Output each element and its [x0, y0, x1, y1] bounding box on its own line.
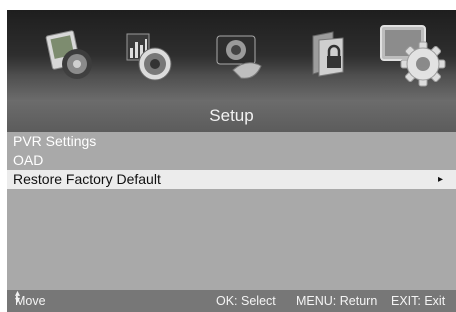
move-hint-label: Move [15, 294, 46, 308]
tv-osd-menu: Setup PVR Settings OAD Restore Factory D… [7, 10, 456, 312]
select-hint: OK: Select [216, 294, 276, 308]
picture-icon[interactable] [39, 24, 101, 86]
menu-item-label: OAD [13, 152, 44, 168]
channel-icon[interactable] [207, 24, 269, 86]
lock-icon[interactable] [299, 24, 361, 86]
footer-hint-bar: ▴ ▾ Move OK: Select MENU: Return EXIT: Exi… [7, 289, 456, 312]
menu-item-restore-factory-default[interactable]: Restore Factory Default ▸ [7, 170, 456, 189]
sound-icon[interactable] [117, 24, 179, 86]
chevron-right-icon: ▸ [437, 174, 443, 185]
page-title: Setup [7, 100, 456, 132]
setup-menu-list: PVR Settings OAD Restore Factory Default… [7, 132, 456, 189]
menu-item-oad[interactable]: OAD [7, 151, 456, 170]
menu-item-label: PVR Settings [13, 133, 97, 149]
return-hint: MENU: Return [296, 294, 378, 308]
menu-item-pvr-settings[interactable]: PVR Settings [7, 132, 456, 151]
menu-item-label: Restore Factory Default [13, 171, 161, 187]
exit-hint: EXIT: Exit [391, 294, 446, 308]
setup-gear-icon[interactable] [375, 16, 451, 92]
menu-icon-bar [7, 10, 456, 100]
